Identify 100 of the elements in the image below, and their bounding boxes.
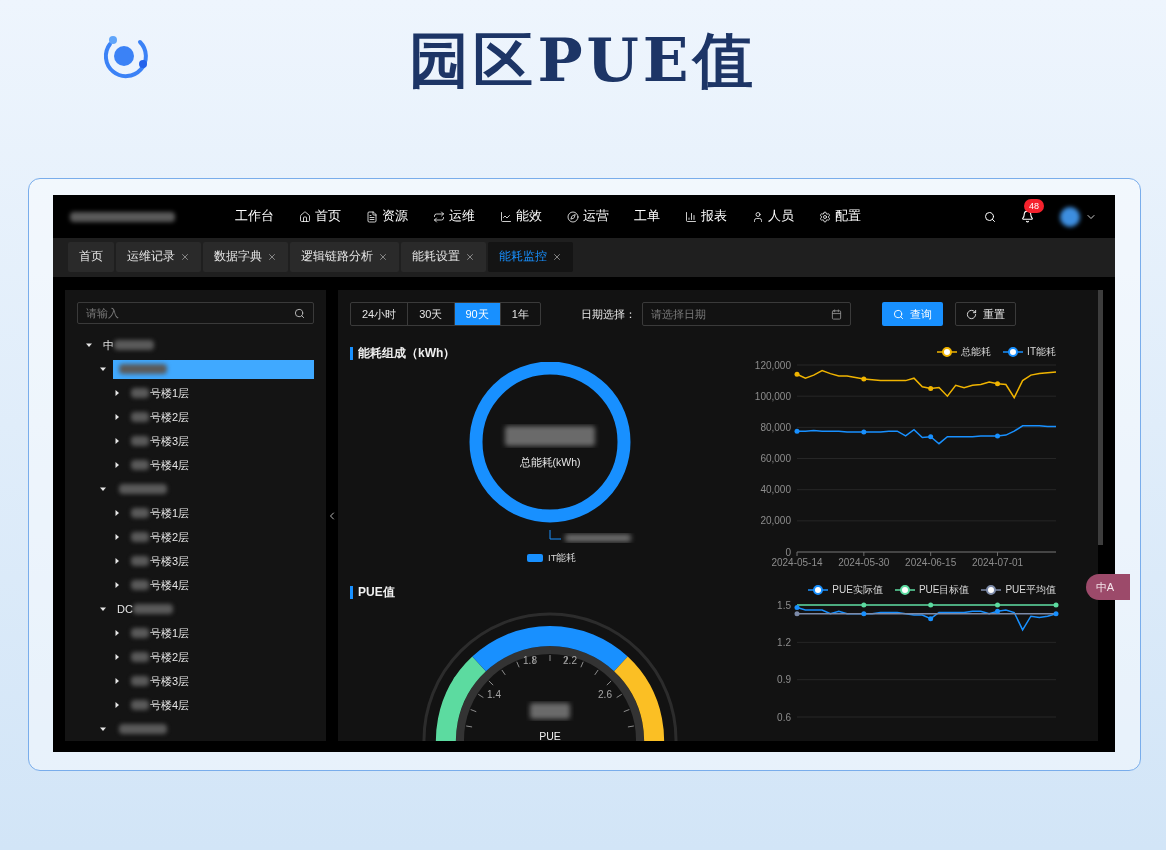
redacted-text [131,676,149,686]
axis-tick-label: 0 [785,546,791,558]
axis-tick-label: 1.5 [777,599,791,611]
tree-item-label: 号楼4层 [150,577,190,593]
tab[interactable]: 首页 [68,242,114,272]
redacted-text [132,604,173,614]
caret-down-icon[interactable] [99,485,107,493]
close-icon[interactable] [552,252,562,262]
tree-item[interactable] [113,359,314,379]
reset-button[interactable]: 重置 [954,302,1016,326]
close-icon[interactable] [465,252,475,262]
tab[interactable]: 数据字典 [203,242,288,272]
close-icon[interactable] [180,252,190,262]
nav-item[interactable]: 配置 [819,207,861,226]
nav-item[interactable]: 工单 [634,207,660,226]
tree-item-label: 号楼4层 [150,457,190,473]
legend-label: IT能耗 [1027,346,1056,358]
range-tab[interactable]: 24小时 [351,303,408,325]
tree-item[interactable]: 号楼1层 [127,503,194,523]
avatar[interactable] [1060,206,1080,227]
data-point [928,602,934,608]
caret-down-icon[interactable] [99,605,107,613]
bell-icon[interactable] [1021,210,1034,223]
caret-right-icon[interactable] [113,701,121,709]
caret-right-icon[interactable] [113,581,121,589]
search-icon[interactable] [984,210,996,223]
redacted-text [131,628,149,638]
tree-item-label: 号楼1层 [150,385,190,401]
tree-item[interactable]: 号楼4层 [127,695,194,715]
calendar-icon [830,308,842,320]
tab[interactable]: 能耗监控 [488,242,573,272]
search-input[interactable]: 请输入 [86,304,294,322]
caret-right-icon[interactable] [113,509,121,517]
close-icon[interactable] [267,252,277,262]
redacted-text [131,556,149,566]
tree-item[interactable]: 号楼4层 [127,575,194,595]
date-field[interactable]: 请选择日期 [641,302,851,326]
tree-item[interactable]: 号楼4层 [127,455,194,475]
scrollbar-thumb[interactable] [1098,290,1103,545]
tab[interactable]: 运维记录 [116,242,201,272]
axis-tick-label: 2024-06-15 [905,557,957,568]
tree-item[interactable]: 号楼2层 [127,527,194,547]
tree-item[interactable]: 号楼1层 [127,383,194,403]
caret-down-icon[interactable] [99,365,107,373]
nav-item[interactable]: 报表 [685,207,727,226]
caret-right-icon[interactable] [113,653,121,661]
caret-right-icon[interactable] [113,533,121,541]
data-point [928,434,934,440]
tree-item[interactable]: 号楼3层 [127,431,194,451]
redacted-text [131,532,149,542]
caret-down-icon[interactable] [99,725,107,733]
range-tab[interactable]: 30天 [407,303,454,325]
close-icon[interactable] [378,252,388,262]
tree-item-label: 号楼3层 [150,673,190,689]
range-tab[interactable]: 1年 [499,303,540,325]
tree-item[interactable]: 号楼1层 [127,623,194,643]
legend-label: PUE目标值 [918,584,970,596]
section-title: PUE值 [358,585,395,599]
tree-item[interactable]: DC [113,599,177,619]
tree-item[interactable]: 号楼2层 [127,407,194,427]
caret-right-icon[interactable] [113,629,121,637]
redacted-text [119,724,167,734]
nav-item[interactable]: 能效 [500,207,542,226]
caret-right-icon[interactable] [113,461,121,469]
data-point [861,602,867,608]
tree-item[interactable]: 号楼3层 [127,671,194,691]
tab[interactable]: 逻辑链路分析 [290,242,399,272]
tree-item[interactable]: 号楼3层 [127,551,194,571]
bar-chart-icon [685,210,697,223]
caret-right-icon[interactable] [113,557,121,565]
date-input[interactable]: 请选择日期 [650,305,831,323]
translate-button[interactable]: 中A [1086,574,1130,600]
redacted-text [131,412,149,422]
refresh-icon [965,308,977,320]
nav-item[interactable]: 首页 [299,207,341,226]
tree-item[interactable]: 中 [99,335,158,355]
axis-tick-label: 20,000 [760,515,791,527]
redacted-text [131,388,149,398]
nav-item[interactable]: 人员 [752,207,794,226]
redacted-text [131,436,149,446]
caret-right-icon[interactable] [113,389,121,397]
tree-item[interactable]: 号楼2层 [127,647,194,667]
nav-item[interactable]: 工作台 [235,207,274,226]
caret-right-icon[interactable] [113,677,121,685]
data-point [995,433,1000,439]
caret-right-icon[interactable] [113,413,121,421]
caret-right-icon[interactable] [113,437,121,445]
data-point [928,616,934,622]
caret-down-icon[interactable] [85,341,93,349]
nav-item[interactable]: 资源 [366,207,408,226]
axis-tick-label: 2024-05-30 [838,557,890,568]
axis-tick-label: 0.9 [777,674,791,686]
legend-marker-icon [808,585,829,595]
nav-item[interactable]: 运营 [567,207,609,226]
legend-label: IT能耗 [548,552,577,564]
search-field[interactable]: 请输入 [77,302,314,324]
nav-item[interactable]: 运维 [433,207,475,226]
legend-marker-icon [894,585,915,595]
notification-badge: 48 [1024,199,1044,213]
tab[interactable]: 能耗设置 [401,242,486,272]
